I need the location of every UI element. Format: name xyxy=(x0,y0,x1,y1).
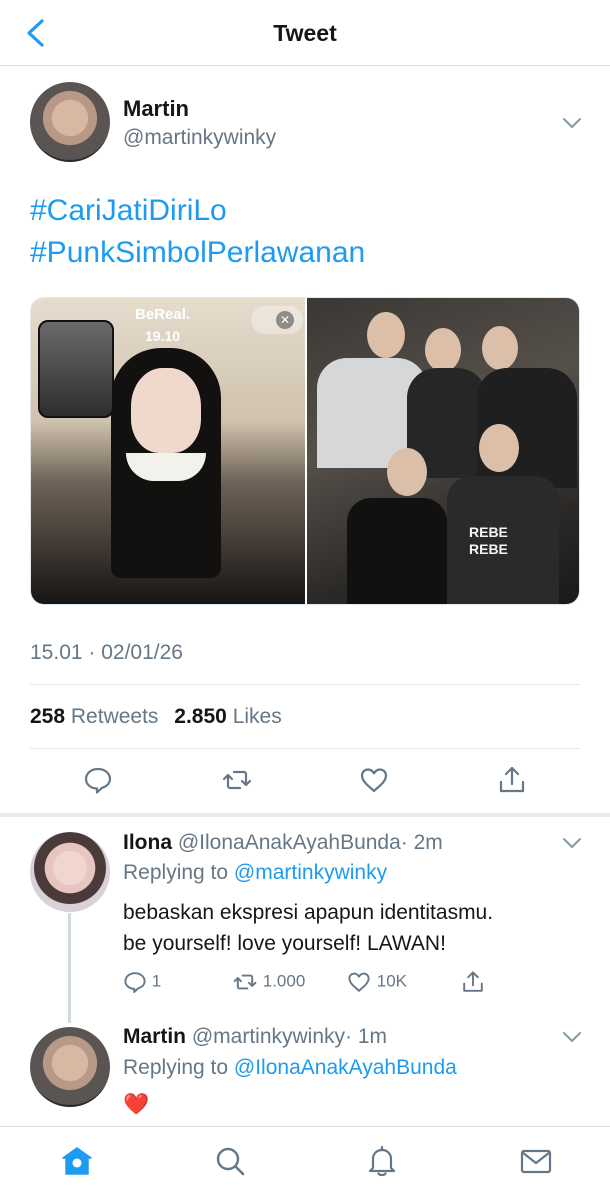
divider xyxy=(30,748,580,749)
section-separator xyxy=(0,813,610,817)
replying-to-handle[interactable]: @IlonaAnakAyahBunda xyxy=(234,1056,457,1079)
tweet-options-chevron-icon[interactable] xyxy=(561,116,583,130)
reply-author-handle[interactable]: @IlonaAnakAyahBunda xyxy=(178,831,401,854)
share-icon[interactable] xyxy=(497,765,527,795)
bereal-photo[interactable]: BeReal. 19.10 ✕ xyxy=(31,298,305,604)
reply-author-name[interactable]: Ilona xyxy=(123,831,172,854)
reply-count: 1 xyxy=(151,971,162,991)
retweets-label[interactable]: Retweets xyxy=(71,705,159,728)
reply-author-handle[interactable]: @martinkywinky xyxy=(192,1025,345,1048)
reply-text: bebaskan ekspresi apapun identitasmu. be… xyxy=(123,901,494,955)
notifications-icon[interactable] xyxy=(365,1144,399,1178)
tweet-text: #CariJatiDiriLo #PunkSimbolPerlawanan xyxy=(30,190,365,274)
reply-header: Martin @martinkywinky· 1m xyxy=(123,1025,387,1049)
retweet-icon[interactable] xyxy=(232,970,258,994)
author-avatar[interactable] xyxy=(30,82,110,162)
hashtag-link[interactable]: #CariJatiDiriLo xyxy=(30,190,365,232)
reply-time: · 1m xyxy=(345,1025,388,1048)
search-icon[interactable] xyxy=(213,1144,247,1178)
reply-header: Ilona @IlonaAnakAyahBunda· 2m xyxy=(123,831,443,855)
replying-to: Replying to @IlonaAnakAyahBunda xyxy=(123,1056,457,1080)
page-title: Tweet xyxy=(273,20,337,46)
home-icon[interactable] xyxy=(60,1144,94,1178)
divider xyxy=(30,684,580,685)
like-icon[interactable] xyxy=(346,970,372,994)
replying-to-handle[interactable]: @martinkywinky xyxy=(234,861,387,884)
tweet-timestamp: 15.01 · 02/01/26 xyxy=(30,641,183,664)
bereal-selfie-inset xyxy=(38,320,114,418)
bottom-tab-bar xyxy=(0,1126,610,1200)
likes-label[interactable]: Likes xyxy=(233,705,282,728)
reply-options-chevron-icon[interactable] xyxy=(561,1030,583,1044)
photo-face xyxy=(482,326,518,370)
replying-to-prefix: Replying to xyxy=(123,1056,229,1079)
author-name[interactable]: Martin xyxy=(123,96,189,122)
close-icon: ✕ xyxy=(276,311,294,329)
reply-avatar[interactable] xyxy=(30,1027,110,1107)
shirt-print-text: REBE REBE xyxy=(469,524,508,557)
reply-retweet-action[interactable]: 1.000 xyxy=(232,970,305,996)
bereal-logo: BeReal. xyxy=(135,306,191,323)
reply-author-name[interactable]: Martin xyxy=(123,1025,186,1048)
reply-text: ❤️ xyxy=(123,1093,150,1116)
tweet-stats: 258 Retweets 2.850 Likes xyxy=(30,705,292,729)
thread-connector xyxy=(68,913,71,1023)
hashtag-link[interactable]: #PunkSimbolPerlawanan xyxy=(30,232,365,274)
photo-face xyxy=(479,424,519,472)
bereal-close-pill: ✕ xyxy=(251,306,303,334)
reply-reply-action[interactable]: 1 xyxy=(123,970,161,996)
retweet-icon[interactable] xyxy=(222,765,252,795)
reply-avatar[interactable] xyxy=(30,832,110,912)
tweet-media[interactable]: BeReal. 19.10 ✕ REBE REBE xyxy=(30,297,580,605)
replying-to-prefix: Replying to xyxy=(123,861,229,884)
photo-subject-face xyxy=(131,368,201,453)
top-nav-bar: Tweet xyxy=(0,0,610,66)
like-count: 10K xyxy=(376,971,407,991)
likes-count[interactable]: 2.850 xyxy=(174,705,227,728)
reply-time: · 2m xyxy=(400,831,443,854)
photo-face xyxy=(387,448,427,496)
share-icon[interactable] xyxy=(460,970,486,994)
photo-face xyxy=(367,312,405,358)
bereal-time: 19.10 xyxy=(145,328,181,344)
like-icon[interactable] xyxy=(359,765,389,795)
replying-to: Replying to @martinkywinky xyxy=(123,861,387,885)
reply-icon[interactable] xyxy=(83,765,113,795)
retweet-count: 1.000 xyxy=(262,971,306,991)
reply-options-chevron-icon[interactable] xyxy=(561,836,583,850)
retweets-count[interactable]: 258 xyxy=(30,705,65,728)
photo-face xyxy=(425,328,461,372)
author-handle[interactable]: @martinkywinky xyxy=(123,126,276,150)
photo-shirt xyxy=(347,498,447,604)
messages-icon[interactable] xyxy=(519,1144,553,1178)
reply-share-action[interactable] xyxy=(460,970,486,996)
reply-like-action[interactable]: 10K xyxy=(346,970,407,996)
reply-icon[interactable] xyxy=(123,970,147,994)
group-photo[interactable]: REBE REBE xyxy=(307,298,579,604)
